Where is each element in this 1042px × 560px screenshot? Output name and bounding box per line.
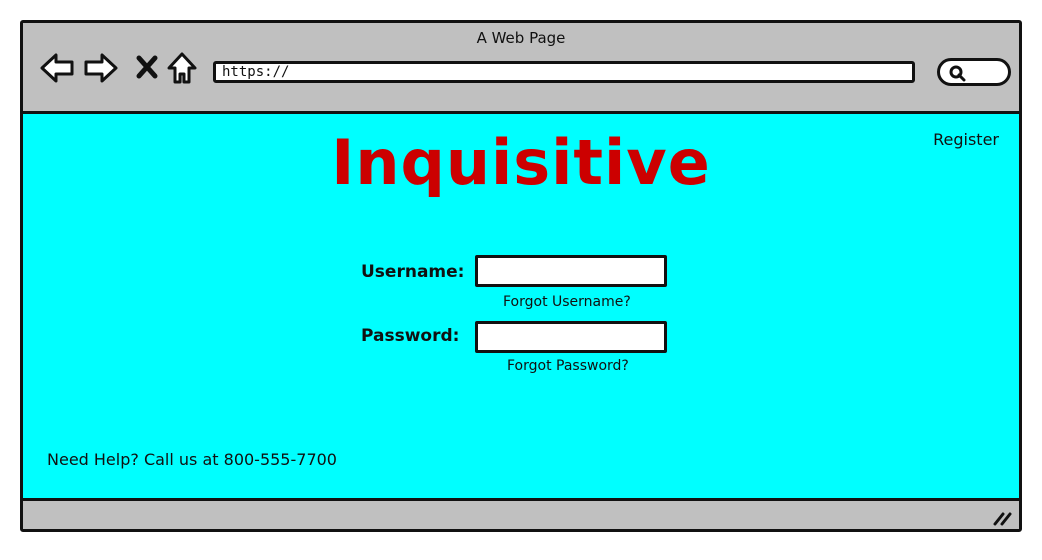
username-label: Username: (361, 262, 465, 282)
close-icon[interactable] (135, 54, 159, 80)
status-bar (23, 501, 1019, 529)
resize-handle-icon[interactable] (991, 508, 1013, 526)
search-icon (949, 65, 966, 82)
browser-toolbar: A Web Page https:// (23, 23, 1019, 111)
search-button[interactable] (937, 58, 1011, 86)
password-label: Password: (361, 326, 460, 346)
forward-arrow-icon[interactable] (83, 51, 119, 85)
browser-window: A Web Page https:// Register Inquisitive… (20, 20, 1022, 532)
site-logo: Inquisitive (331, 126, 711, 199)
username-input[interactable] (475, 255, 667, 287)
back-arrow-icon[interactable] (39, 51, 75, 85)
help-text: Need Help? Call us at 800-555-7700 (47, 450, 337, 469)
window-title: A Web Page (476, 29, 566, 47)
address-bar[interactable]: https:// (213, 61, 915, 83)
forgot-password-link[interactable]: Forgot Password? (507, 358, 629, 374)
password-input[interactable] (475, 321, 667, 353)
forgot-username-link[interactable]: Forgot Username? (503, 294, 631, 310)
home-icon[interactable] (166, 51, 198, 85)
page-content: Register Inquisitive Username: Forgot Us… (23, 111, 1019, 501)
